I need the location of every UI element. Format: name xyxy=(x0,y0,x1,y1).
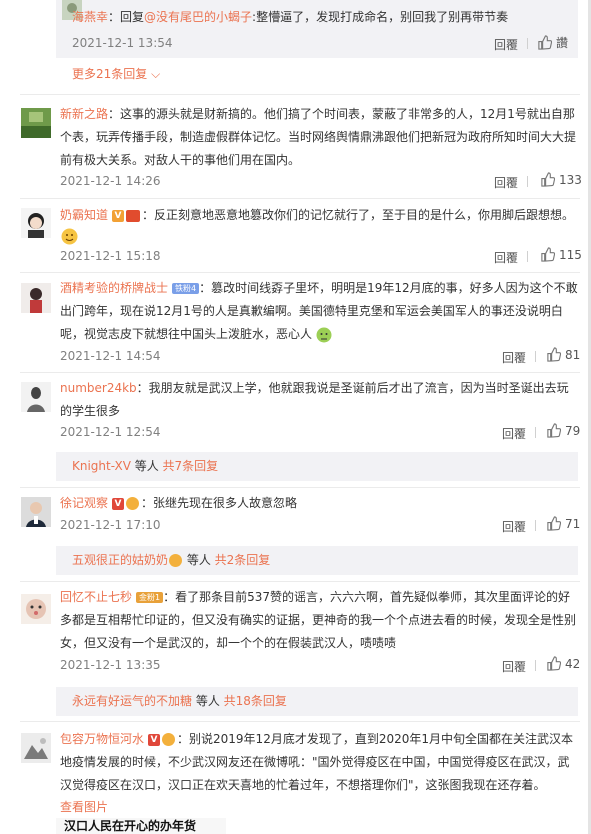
user-name[interactable]: 包容万物恒河水 xyxy=(60,732,144,746)
comment-text: 回忆不止七秒 金粉1 ：看了那条目前537赞的谣言，六六六啊，首先疑似拳师，其次里面… xyxy=(60,590,577,650)
view-image-link[interactable]: 查看图片 xyxy=(60,796,108,819)
verified-icon: V xyxy=(112,204,125,227)
medal-icon xyxy=(126,497,140,510)
emoji-icon xyxy=(316,327,332,343)
reply-button[interactable]: 回覆 xyxy=(502,658,526,675)
medal-icon xyxy=(126,209,141,222)
user-name[interactable]: 新新之路 xyxy=(60,107,108,121)
comment-text: 新新之路：这事的源头就是财新搞的。他们搞了个时间表，蒙蔽了非常多的人，12月1号… xyxy=(60,107,577,167)
thumbs-up-icon xyxy=(541,172,555,187)
timestamp: 2021-12-1 14:54 xyxy=(60,349,161,363)
reply-button[interactable]: 回覆 xyxy=(494,249,518,266)
chevron-down-icon: ⌵ xyxy=(151,67,161,81)
comment-text: 奶霸知道 V ：反正刻意地恶意地篡改你们的记忆就行了，至于目的是什么，你用脚后跟想想… xyxy=(60,204,580,227)
like-count: 81 xyxy=(565,347,581,362)
reply-button[interactable]: 回覆 xyxy=(502,425,526,442)
more-replies-link[interactable]: 更多21条回复 ⌵ xyxy=(72,63,160,86)
fan-level-badge: 金粉1 xyxy=(136,592,164,603)
comment-text: 徐记观察 V ：张继先现在很多人故意忽略 xyxy=(60,492,580,515)
like-button[interactable]: 79 xyxy=(546,423,580,438)
reply-button[interactable]: 回覆 xyxy=(502,518,526,535)
user-name[interactable]: 徐记观察 xyxy=(60,496,108,510)
timestamp: 2021-12-1 15:18 xyxy=(60,249,161,263)
like-button[interactable]: 133 xyxy=(540,172,582,187)
sub-reply-summary-text[interactable]: Knight-XV 等人 共7条回复 xyxy=(72,455,218,478)
emoji-icon xyxy=(61,228,78,245)
user-name[interactable]: 回忆不止七秒 xyxy=(60,590,132,604)
avatar[interactable] xyxy=(21,594,51,624)
avatar[interactable] xyxy=(21,283,51,313)
user-name[interactable]: number24kb xyxy=(60,381,137,395)
sub-reply-summary-text[interactable]: 永远有好运气的不加糖 等人 共18条回复 xyxy=(72,690,287,713)
timestamp: 2021-12-1 13:54 xyxy=(72,36,173,50)
like-button[interactable]: 讚 xyxy=(537,34,568,51)
like-count: 133 xyxy=(559,172,582,187)
like-count: 42 xyxy=(565,656,581,671)
sub-reply-text: 海燕幸：回复@没有尾巴的小蝎子:整懵逼了，发现打成命名，别回我了别再带节奏 xyxy=(72,10,509,24)
user-name[interactable]: 酒精考验的桥牌战士 xyxy=(60,281,168,295)
thumbs-up-icon xyxy=(547,656,561,671)
avatar[interactable] xyxy=(21,382,51,412)
timestamp: 2021-12-1 13:35 xyxy=(60,658,161,672)
avatar[interactable] xyxy=(21,208,51,238)
like-count: 79 xyxy=(565,423,581,438)
avatar[interactable] xyxy=(21,733,51,763)
reply-button[interactable]: 回覆 xyxy=(494,174,518,191)
like-button[interactable]: 71 xyxy=(546,516,580,531)
timestamp: 2021-12-1 14:26 xyxy=(60,174,161,188)
like-count: 115 xyxy=(559,247,582,262)
thumbs-up-icon xyxy=(541,247,555,262)
reply-button[interactable]: 回覆 xyxy=(502,349,526,366)
like-button[interactable]: 42 xyxy=(546,656,580,671)
like-button[interactable]: 115 xyxy=(540,247,582,262)
user-name[interactable]: 奶霸知道 xyxy=(60,208,108,222)
like-button[interactable]: 81 xyxy=(546,347,580,362)
image-caption: 汉口人民在开心的办年货 xyxy=(64,819,197,833)
medal-icon xyxy=(162,733,176,746)
fan-level-badge: 铁粉4 xyxy=(172,283,200,294)
attached-image[interactable]: 汉口人民在开心的办年货 xyxy=(56,818,226,834)
avatar[interactable] xyxy=(21,108,51,138)
avatar[interactable] xyxy=(21,497,51,527)
reply-button[interactable]: 回覆 xyxy=(494,36,518,53)
thumbs-up-icon xyxy=(547,347,561,362)
comment-text: number24kb：我朋友就是武汉上学，他就跟我说是圣诞前后才出了流言，因为当… xyxy=(60,381,569,418)
mention-link[interactable]: @没有尾巴的小蝎子 xyxy=(144,10,252,24)
verified-icon: V xyxy=(112,492,125,515)
like-count: 71 xyxy=(565,516,581,531)
user-name[interactable]: 海燕幸 xyxy=(72,10,108,24)
thumbs-up-icon xyxy=(538,35,552,50)
verified-icon: V xyxy=(148,728,161,751)
thumbs-up-icon xyxy=(547,423,561,438)
comment-text: 包容万物恒河水 V ：别说2019年12月底才发现了，直到2020年1月中旬全国都在… xyxy=(60,728,580,797)
timestamp: 2021-12-1 12:54 xyxy=(60,425,161,439)
medal-icon xyxy=(169,554,183,567)
timestamp: 2021-12-1 17:10 xyxy=(60,518,161,532)
thumbs-up-icon xyxy=(547,516,561,531)
sub-reply-summary-text[interactable]: 五观很正的姑奶奶 等人 共2条回复 xyxy=(72,549,270,572)
